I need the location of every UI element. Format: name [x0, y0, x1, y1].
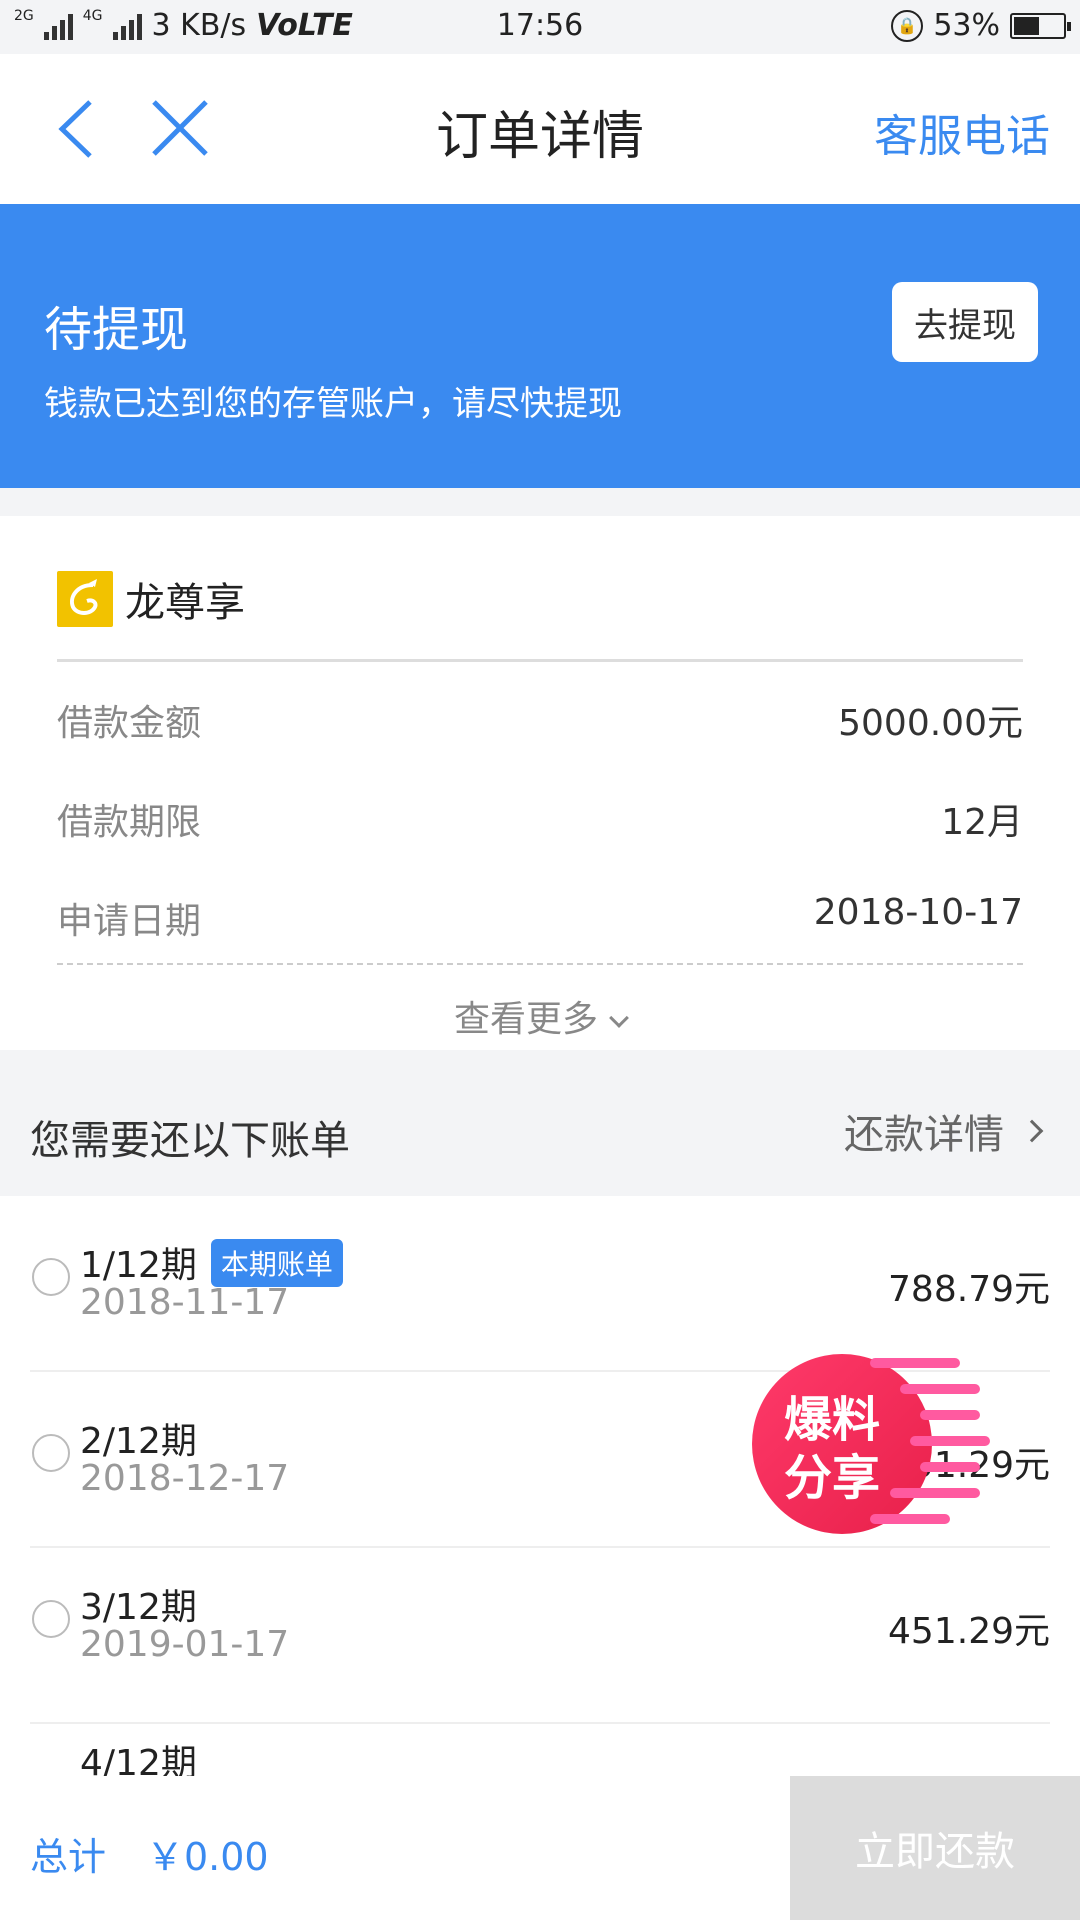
total-amount: ￥0.00 — [146, 1835, 269, 1879]
order-status-title: 待提现 — [44, 302, 189, 358]
bill-select-radio[interactable] — [32, 1258, 70, 1296]
watermark-logo: 爆料 分享 — [752, 1354, 990, 1534]
bill-select-radio[interactable] — [32, 1434, 70, 1472]
battery-percent: 53% — [933, 8, 1000, 43]
bill-period: 3/12期 — [80, 1587, 197, 1628]
bill-period: 2/12期 — [80, 1421, 197, 1462]
order-status-description: 钱款已达到您的存管账户，请尽快提现 — [44, 384, 622, 424]
field-value: 12月 — [941, 802, 1023, 843]
bottom-bar: 总计 ￥0.00 立即还款 — [0, 1776, 1080, 1920]
bill-amount: 788.79元 — [888, 1269, 1050, 1310]
product-name: 龙尊享 — [125, 580, 245, 626]
watermark-text-line1: 爆料 — [784, 1394, 880, 1447]
watermark-text-line2: 分享 — [784, 1452, 880, 1505]
field-label: 借款期限 — [57, 802, 202, 843]
bills-header: 您需要还以下账单 还款详情 — [0, 1050, 1080, 1196]
bill-amount: 451.29元 — [888, 1611, 1050, 1652]
field-value: 2018-10-17 — [813, 892, 1023, 933]
battery-fill — [1014, 16, 1039, 35]
status-bar: 2G 4G 3 KB/s VoLTE 17:56 🔒 53% — [0, 0, 1080, 54]
view-more-label: 查看更多 — [453, 999, 598, 1040]
field-label: 借款金额 — [57, 703, 202, 744]
bill-item[interactable]: 3/12期 2019-01-17 451.29元 — [0, 1548, 1080, 1724]
current-bill-badge: 本期账单 — [210, 1239, 343, 1287]
product-logo-icon — [57, 571, 113, 627]
total-label: 总计 — [30, 1835, 107, 1879]
customer-service-phone-link[interactable]: 客服电话 — [874, 100, 1050, 164]
rotation-lock-icon: 🔒 — [891, 9, 924, 42]
bill-date: 2019-01-17 — [80, 1624, 290, 1665]
divider — [57, 659, 1023, 662]
dragon-logo-icon — [70, 579, 98, 615]
status-right: 🔒 53% — [891, 8, 1071, 43]
bill-item[interactable]: 1/12期 本期账单 2018-11-17 788.79元 — [0, 1196, 1080, 1372]
withdraw-button[interactable]: 去提现 — [892, 282, 1038, 362]
field-value: 5000.00元 — [838, 703, 1023, 744]
bill-period-label: 1/12期 — [80, 1245, 197, 1286]
repayment-detail-link[interactable]: 还款详情 — [844, 1102, 1044, 1160]
page: 2G 4G 3 KB/s VoLTE 17:56 🔒 53% 订单详情 客服电话… — [0, 0, 1080, 1920]
bill-period: 4/12期 — [80, 1743, 197, 1776]
bill-item[interactable]: 4/12期 — [0, 1724, 1080, 1776]
repayment-detail-label: 还款详情 — [844, 1112, 1004, 1158]
chevron-down-icon — [609, 1008, 629, 1028]
dashed-divider — [57, 963, 1023, 965]
order-status-banner: 待提现 钱款已达到您的存管账户，请尽快提现 去提现 — [0, 204, 1080, 488]
repay-now-button[interactable]: 立即还款 — [790, 1776, 1080, 1920]
bill-date: 2018-12-17 — [80, 1458, 290, 1499]
nav-bar: 订单详情 客服电话 — [0, 54, 1080, 204]
chevron-right-icon — [1020, 1119, 1044, 1143]
bill-select-radio[interactable] — [32, 1600, 70, 1638]
battery-icon — [1010, 12, 1071, 39]
bills-title: 您需要还以下账单 — [30, 1118, 350, 1164]
order-info-card: 龙尊享 借款金额 5000.00元 借款期限 12月 申请日期 2018-10-… — [0, 516, 1080, 1050]
bill-date: 2018-11-17 — [80, 1282, 290, 1323]
view-more-button[interactable]: 查看更多 — [0, 990, 1080, 1042]
field-label: 申请日期 — [57, 901, 202, 942]
